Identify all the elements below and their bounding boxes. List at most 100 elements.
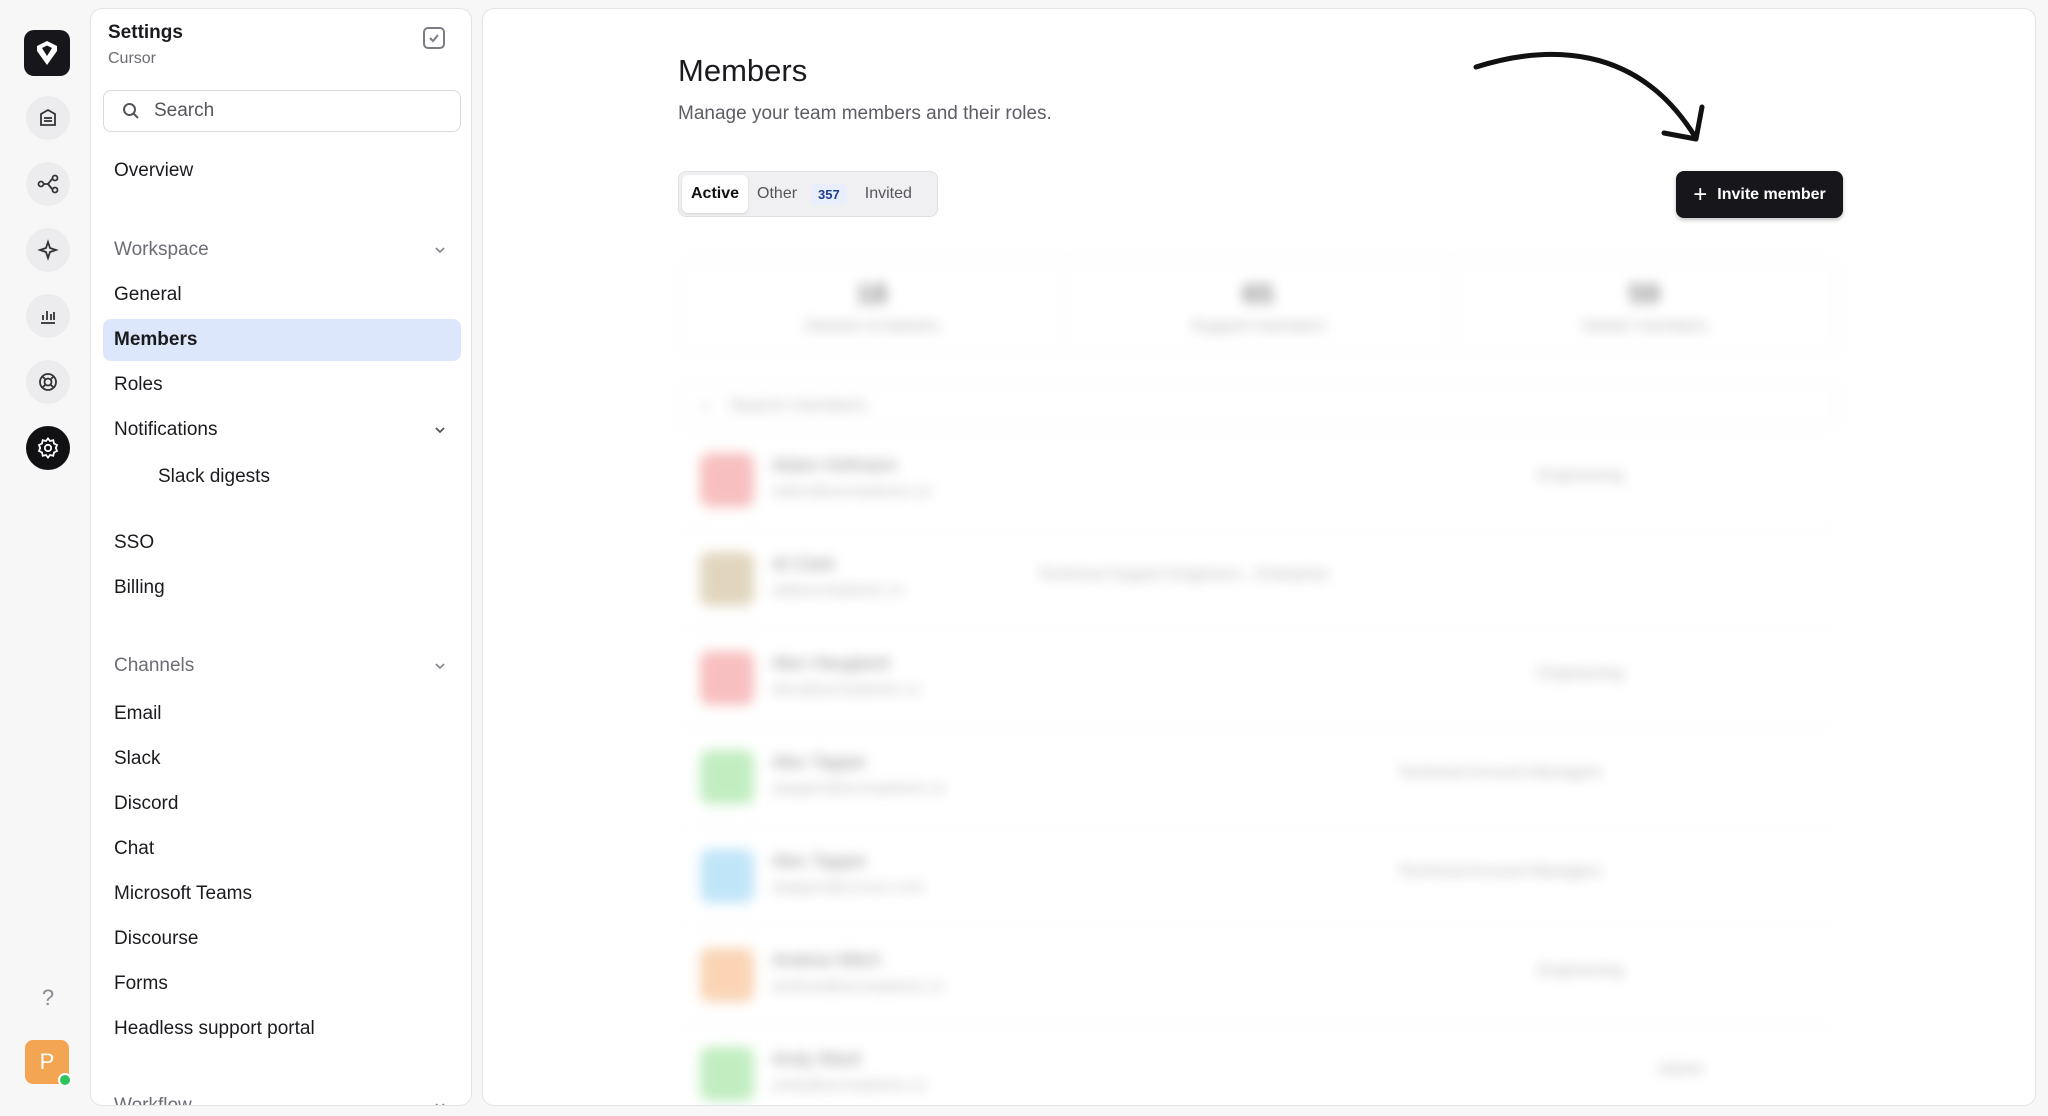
- member-avatar: [700, 651, 754, 705]
- member-avatar: [700, 1047, 754, 1101]
- member-role: Engineering: [1538, 665, 1624, 682]
- page-description: Manage your team members and their roles…: [678, 103, 1052, 124]
- sidebar-item-discourse[interactable]: Discourse: [103, 918, 461, 960]
- sidebar-item-label: Notifications: [114, 419, 218, 440]
- member-row[interactable]: Al Clark al@acmeplants.co Technical Supp…: [678, 530, 1838, 629]
- member-tabs: Active Other 357 Invited: [678, 171, 938, 217]
- sidebar-item-notifications[interactable]: Notifications: [103, 409, 461, 451]
- logo-icon[interactable]: [24, 30, 70, 76]
- sidebar-item-forms[interactable]: Forms: [103, 963, 461, 1005]
- settings-sidebar: Settings Cursor Overview Workspace Gener…: [90, 8, 472, 1106]
- member-email: alex@acmeplants.co: [772, 681, 921, 698]
- chevron-down-icon: [435, 663, 445, 670]
- avatar-initial: P: [39, 1049, 55, 1074]
- stat-number: 65: [1242, 278, 1274, 309]
- member-email: al@acmeplants.co: [772, 582, 904, 599]
- tab-other[interactable]: Other 357: [748, 175, 856, 213]
- member-row[interactable]: Andy Ward andy@acmeplants.co Admin: [678, 1025, 1838, 1105]
- stat-label: Support members: [1190, 316, 1326, 335]
- tab-invited[interactable]: Invited: [856, 175, 921, 213]
- sidebar-item-general[interactable]: General: [103, 274, 461, 316]
- sidebar-item-roles[interactable]: Roles: [103, 364, 461, 406]
- sidebar-group-label: Workflow: [114, 1095, 192, 1106]
- member-email: atapper@acmeplants.co: [772, 780, 946, 797]
- sidebar-search[interactable]: [103, 90, 461, 132]
- member-avatar: [700, 849, 754, 903]
- sidebar-item-sso[interactable]: SSO: [103, 522, 461, 564]
- sidebar-item-slack-digests[interactable]: Slack digests: [103, 456, 461, 498]
- avatar[interactable]: P: [25, 1040, 72, 1087]
- sidebar-item-microsoft-teams[interactable]: Microsoft Teams: [103, 873, 461, 915]
- member-role: Admin: [1658, 1061, 1704, 1078]
- sidebar-group-label: Channels: [114, 655, 195, 676]
- count-badge: 357: [811, 183, 847, 205]
- settings-icon[interactable]: [26, 426, 70, 470]
- app-rail: ? P: [4, 8, 90, 1108]
- sidebar-item-billing[interactable]: Billing: [103, 567, 461, 609]
- sidebar-item-email[interactable]: Email: [103, 693, 461, 735]
- invite-member-button[interactable]: + Invite member: [1676, 171, 1843, 218]
- workflow-icon[interactable]: [26, 162, 70, 206]
- sparkle-icon[interactable]: [26, 228, 70, 272]
- tab-active[interactable]: Active: [682, 175, 749, 213]
- stat-label: Viewer members: [1580, 316, 1708, 335]
- sidebar-item-headless-support-portal[interactable]: Headless support portal: [103, 1008, 461, 1050]
- member-avatar: [700, 453, 754, 507]
- stat-card: 59 Viewer members: [1452, 262, 1837, 352]
- sidebar-group-channels[interactable]: Channels: [103, 645, 461, 687]
- stat-card: 65 Support members: [1065, 262, 1452, 352]
- sidebar-item-discord[interactable]: Discord: [103, 783, 461, 825]
- analytics-icon[interactable]: [26, 294, 70, 338]
- stat-card: 18 Owners & Admins: [679, 262, 1066, 352]
- member-email: andrew@acmeplants.co: [772, 978, 944, 995]
- members-list: Adam Hofmann adam@acmeplants.co Engineer…: [678, 431, 2035, 1105]
- page-title: Members: [678, 53, 808, 88]
- member-email: adam@acmeplants.co: [772, 483, 932, 500]
- workspace-name: Cursor: [108, 50, 157, 67]
- chevron-down-icon: [435, 427, 445, 434]
- checkbox-icon[interactable]: [423, 27, 445, 49]
- stat-label: Owners & Admins: [804, 316, 940, 335]
- member-email: andy@acmeplants.co: [772, 1077, 927, 1094]
- stat-number: 18: [856, 278, 888, 309]
- member-role: Engineering: [1538, 962, 1624, 979]
- chevron-down-icon: [435, 247, 445, 254]
- member-row[interactable]: Alex Haugland alex@acmeplants.co Enginee…: [678, 629, 1838, 728]
- member-avatar: [700, 948, 754, 1002]
- members-page: Members Manage your team members and the…: [482, 8, 2036, 1106]
- members-search[interactable]: ⌕ Search members: [678, 383, 1838, 427]
- member-name: Andrew Mitch: [772, 950, 882, 970]
- help-icon[interactable]: ?: [26, 976, 70, 1020]
- member-row[interactable]: Alex Tapper atapper@curson.com Technical…: [678, 827, 1838, 926]
- member-name: Alex Tapper: [772, 851, 867, 871]
- inbox-icon[interactable]: [26, 96, 70, 140]
- online-status-dot: [58, 1073, 72, 1087]
- plus-icon: +: [1693, 180, 1708, 208]
- members-content-blurred: 18 Owners & Admins 65 Support members 59…: [678, 261, 2035, 1105]
- member-row[interactable]: Andrew Mitch andrew@acmeplants.co Engine…: [678, 926, 1838, 1025]
- sidebar-group-label: Workspace: [114, 239, 209, 260]
- chevron-down-icon: [435, 1103, 445, 1105]
- tab-label: Other: [757, 185, 798, 202]
- member-role: Technical Account Managers: [1398, 764, 1602, 781]
- sidebar-group-workflow[interactable]: Workflow: [103, 1085, 461, 1106]
- sidebar-item-members[interactable]: Members: [103, 319, 461, 361]
- sidebar-item-chat[interactable]: Chat: [103, 828, 461, 870]
- member-stats: 18 Owners & Admins 65 Support members 59…: [678, 261, 1838, 353]
- stat-number: 59: [1628, 278, 1660, 309]
- support-icon[interactable]: [26, 360, 70, 404]
- sidebar-item-overview[interactable]: Overview: [103, 150, 461, 192]
- sidebar-item-slack[interactable]: Slack: [103, 738, 461, 780]
- search-icon: ⌕: [701, 394, 712, 415]
- member-email: atapper@curson.com: [772, 879, 926, 896]
- sidebar-group-workspace[interactable]: Workspace: [103, 229, 461, 271]
- search-icon: [123, 103, 139, 119]
- member-row[interactable]: Alex Tapper atapper@acmeplants.co Techni…: [678, 728, 1838, 827]
- invite-member-label: Invite member: [1717, 185, 1826, 203]
- member-row[interactable]: Adam Hofmann adam@acmeplants.co Engineer…: [678, 431, 1838, 530]
- sidebar-search-input[interactable]: [154, 100, 434, 122]
- member-avatar: [700, 750, 754, 804]
- member-name: Al Clark: [772, 554, 836, 574]
- member-avatar: [700, 552, 754, 606]
- member-name: Adam Hofmann: [772, 455, 898, 475]
